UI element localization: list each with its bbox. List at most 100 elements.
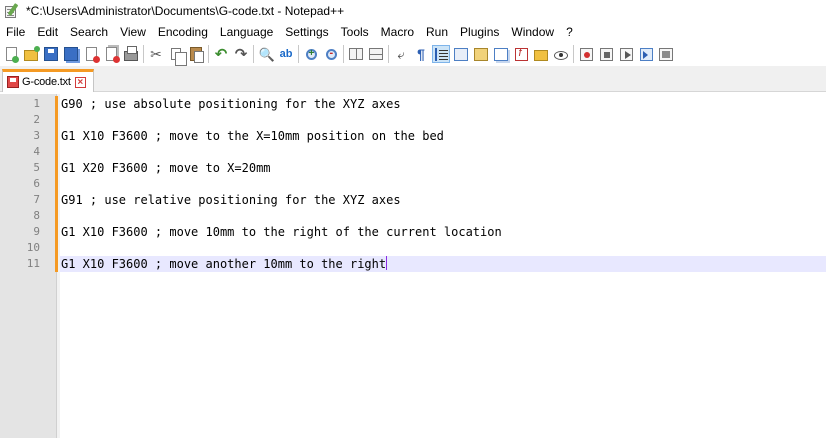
toolbar-separator <box>298 45 299 63</box>
save-all-button[interactable] <box>62 45 80 63</box>
cut-icon: ✂ <box>150 45 162 62</box>
save-macro-icon <box>659 47 673 61</box>
toolbar-separator <box>253 45 254 63</box>
menu-macro[interactable]: Macro <box>375 22 420 42</box>
code-line[interactable]: G91 ; use relative positioning for the X… <box>60 192 826 208</box>
sync-horizontal-button[interactable] <box>367 45 385 63</box>
menu-window[interactable]: Window <box>505 22 560 42</box>
document-map-button[interactable] <box>472 45 490 63</box>
find-icon: 🔍 <box>258 46 275 62</box>
undo-icon: ↶ <box>214 45 228 63</box>
save-button[interactable] <box>42 45 60 63</box>
document-map-icon <box>474 47 488 61</box>
menu-search[interactable]: Search <box>64 22 114 42</box>
tab-bar: G-code.txt × <box>0 66 826 92</box>
document-list-button[interactable] <box>492 45 510 63</box>
code-line[interactable] <box>60 176 826 192</box>
current-line-text: G1 X10 F3600 ; move another 10mm to the … <box>61 257 387 271</box>
line-number: 4 <box>33 145 40 158</box>
menu-view[interactable]: View <box>114 22 152 42</box>
menu-file[interactable]: File <box>0 22 31 42</box>
menu-edit[interactable]: Edit <box>31 22 64 42</box>
cut-button[interactable]: ✂ <box>147 45 165 63</box>
menu-bar: File Edit Search View Encoding Language … <box>0 22 826 42</box>
zoom-in-button[interactable] <box>302 45 320 63</box>
code-line[interactable]: G1 X20 F3600 ; move to X=20mm <box>60 160 826 176</box>
editor[interactable]: 1 2 3 4 5 6 7 8 9 10 11 G90 ; use absolu… <box>0 94 826 438</box>
open-file-icon <box>24 46 40 61</box>
text-caret <box>386 256 388 270</box>
replace-button[interactable]: ab <box>277 45 295 63</box>
code-line[interactable] <box>60 112 826 128</box>
monitoring-button[interactable] <box>552 45 570 63</box>
word-wrap-icon: ⤶ <box>397 46 405 62</box>
stop-recording-button[interactable] <box>597 45 615 63</box>
code-line[interactable] <box>60 144 826 160</box>
undo-button[interactable]: ↶ <box>212 45 230 63</box>
paste-button[interactable] <box>187 45 205 63</box>
paste-icon <box>190 47 204 63</box>
menu-encoding[interactable]: Encoding <box>152 22 214 42</box>
current-code-line[interactable]: G1 X10 F3600 ; move another 10mm to the … <box>60 256 826 272</box>
tab-close-icon[interactable]: × <box>74 76 86 88</box>
toolbar-separator <box>388 45 389 63</box>
new-file-button[interactable] <box>2 45 20 63</box>
folder-workspace-button[interactable] <box>532 45 550 63</box>
print-icon <box>124 46 138 61</box>
menu-run[interactable]: Run <box>420 22 454 42</box>
close-all-button[interactable] <box>102 45 120 63</box>
redo-icon: ↷ <box>234 45 248 63</box>
menu-help[interactable]: ? <box>560 22 579 42</box>
document-list-icon <box>494 47 508 61</box>
line-number: 9 <box>33 225 40 238</box>
menu-plugins[interactable]: Plugins <box>454 22 505 42</box>
stop-recording-icon <box>599 47 613 61</box>
sync-vertical-icon <box>349 48 363 60</box>
save-all-icon <box>64 47 78 61</box>
tab-label: G-code.txt <box>22 76 71 88</box>
line-number: 10 <box>26 241 40 254</box>
line-number: 1 <box>33 97 40 110</box>
indent-guide-button[interactable] <box>432 45 450 63</box>
redo-button[interactable]: ↷ <box>232 45 250 63</box>
record-macro-button[interactable] <box>577 45 595 63</box>
close-all-icon <box>105 47 120 63</box>
sync-vertical-button[interactable] <box>347 45 365 63</box>
new-file-icon <box>5 47 19 63</box>
copy-button[interactable] <box>167 45 187 66</box>
tab-g-code-txt[interactable]: G-code.txt × <box>2 69 94 92</box>
save-macro-button[interactable] <box>657 45 675 63</box>
code-line[interactable]: G1 X10 F3600 ; move to the X=10mm positi… <box>60 128 826 144</box>
zoom-out-button[interactable] <box>322 45 340 63</box>
zoom-out-icon <box>325 47 337 60</box>
word-wrap-button[interactable]: ⤶ <box>392 45 410 63</box>
find-button[interactable]: 🔍 <box>257 45 275 63</box>
menu-tools[interactable]: Tools <box>335 22 375 42</box>
indent-guide-icon <box>434 47 448 61</box>
line-number: 6 <box>33 177 40 190</box>
line-number: 2 <box>33 113 40 126</box>
playback-macro-icon <box>619 47 633 61</box>
toolbar-separator <box>143 45 144 63</box>
code-line[interactable] <box>60 240 826 256</box>
menu-settings[interactable]: Settings <box>279 22 334 42</box>
menu-language[interactable]: Language <box>214 22 279 42</box>
user-defined-language-button[interactable] <box>452 45 470 63</box>
code-line[interactable] <box>60 208 826 224</box>
code-line[interactable]: G90 ; use absolute positioning for the X… <box>60 96 826 112</box>
run-macro-multiple-button[interactable] <box>637 45 655 63</box>
unsaved-file-icon <box>7 76 19 88</box>
line-number: 3 <box>33 129 40 142</box>
print-button[interactable] <box>122 45 140 63</box>
code-line[interactable]: G1 X10 F3600 ; move 10mm to the right of… <box>60 224 826 240</box>
open-file-button[interactable] <box>22 45 40 63</box>
run-macro-multiple-icon <box>639 47 653 61</box>
toolbar-separator <box>573 45 574 63</box>
function-list-button[interactable] <box>512 45 530 63</box>
show-all-characters-button[interactable]: ¶ <box>412 45 430 63</box>
playback-macro-button[interactable] <box>617 45 635 63</box>
close-button[interactable] <box>82 45 100 63</box>
folder-workspace-icon <box>534 49 548 61</box>
replace-icon: ab <box>279 47 293 60</box>
line-number: 11 <box>26 257 40 270</box>
